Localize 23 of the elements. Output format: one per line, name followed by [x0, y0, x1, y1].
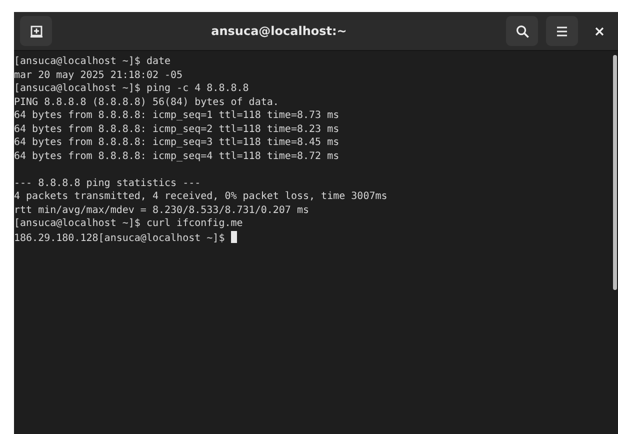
- terminal-line: PING 8.8.8.8 (8.8.8.8) 56(84) bytes of data.: [14, 96, 279, 109]
- new-tab-button[interactable]: [20, 16, 52, 46]
- new-tab-icon: [30, 24, 42, 38]
- menu-button[interactable]: [546, 16, 578, 46]
- terminal-line: rtt min/avg/max/mdev = 8.230/8.533/8.731/0.207 ms: [14, 204, 310, 217]
- terminal-line: --- 8.8.8.8 ping statistics ---: [14, 176, 201, 190]
- terminal-line: mar 20 may 2025 21:18:02 -05: [14, 68, 183, 82]
- terminal-line: [ansuca@localhost ~]$ ping -c 4 8.8.8.8: [14, 82, 249, 96]
- terminal-line: 64 bytes from 8.8.8.8: icmp_seq=2 ttl=118 time=8.23 ms: [14, 122, 340, 136]
- cursor: [230, 230, 237, 242]
- terminal-line: 186.29.180.128[ansuca@localhost ~]$: [14, 232, 226, 245]
- search-button[interactable]: [506, 16, 538, 46]
- search-icon: [516, 24, 528, 38]
- close-icon: [594, 26, 604, 36]
- terminal-line: 64 bytes from 8.8.8.8: icmp_seq=3 ttl=118 time=8.45 ms: [14, 136, 340, 150]
- terminal-line: 64 bytes from 8.8.8.8: icmp_seq=1 ttl=118 time=8.73 ms: [14, 109, 340, 122]
- terminal-line: 4 packets transmitted, 4 received, 0% packet loss, time 3007ms: [14, 190, 388, 204]
- menu-icon: [556, 26, 568, 36]
- window-title: ansuca@localhost:~: [210, 24, 348, 38]
- terminal-line: [ansuca@localhost ~]$ date: [14, 55, 171, 68]
- scrollbar[interactable]: [613, 55, 617, 290]
- terminal-line: 64 bytes from 8.8.8.8: icmp_seq=4 ttl=118 time=8.72 ms: [14, 150, 340, 163]
- terminal-line: [ansuca@localhost ~]$ curl ifconfig.me: [14, 217, 243, 230]
